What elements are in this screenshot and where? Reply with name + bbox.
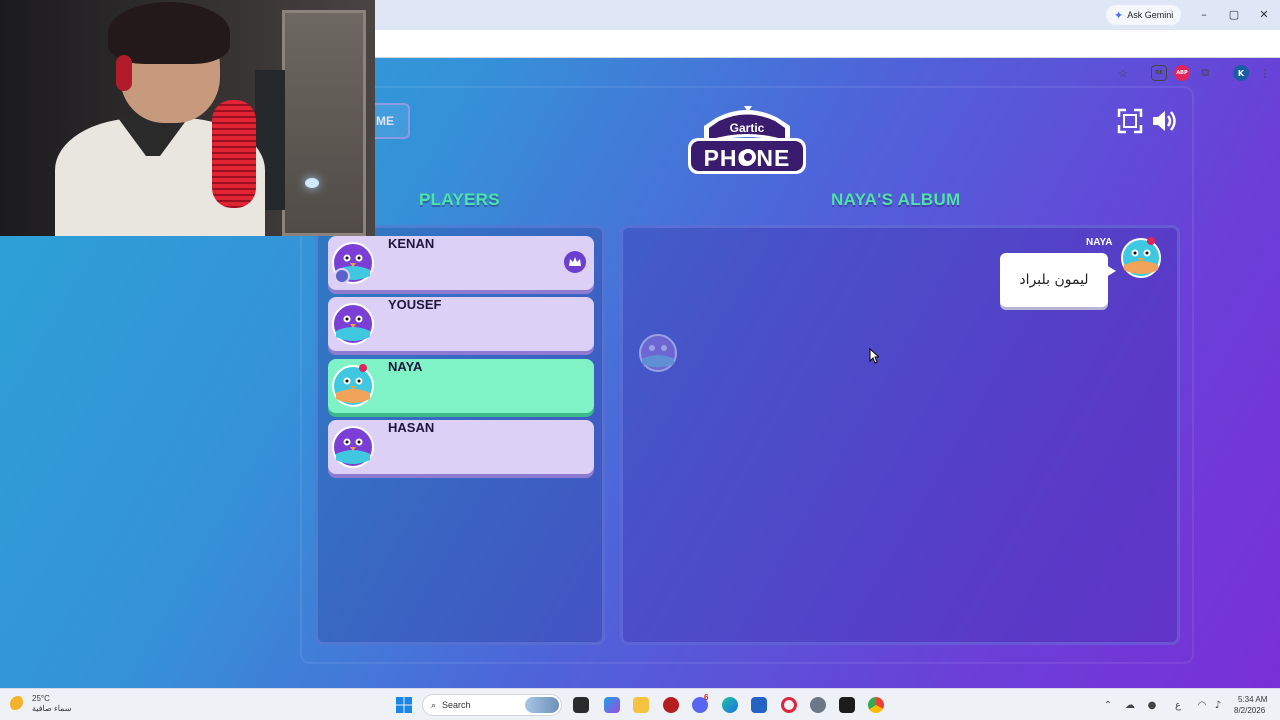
show-hidden-icons-chevron-icon[interactable]: ⌃ (1102, 699, 1114, 711)
extension-icon[interactable]: DE (1151, 65, 1167, 81)
gartic-phone-logo: Gartic PHONE (688, 106, 806, 174)
opera-icon[interactable] (781, 697, 797, 713)
app-dark-icon[interactable] (839, 697, 855, 713)
network-cloud-icon[interactable]: ☁ (1124, 699, 1136, 711)
close-window-button[interactable]: ✕ (1250, 4, 1278, 24)
search-icon: ⌕ (431, 699, 437, 710)
gemini-spark-icon: ✦ (1114, 9, 1124, 22)
minimize-button[interactable]: – (1190, 4, 1218, 24)
extensions-puzzle-icon[interactable]: ⧉ (1197, 65, 1213, 81)
settings-gear-icon[interactable] (810, 697, 826, 713)
microphone-icon[interactable]: ● (1146, 699, 1158, 711)
bird-avatar-purple (332, 303, 374, 345)
weather-desc: سماء صافية (32, 704, 72, 713)
browser-menu-icon[interactable]: ⋮ (1257, 65, 1273, 81)
player-card-naya[interactable]: NAYA (328, 359, 594, 413)
album-author-name: NAYA (1086, 237, 1113, 248)
clock-date[interactable]: 8/2/2026 (1234, 706, 1265, 715)
windows-start-icon[interactable] (396, 697, 412, 713)
ask-gemini-button[interactable]: ✦ Ask Gemini (1106, 5, 1182, 25)
player-card-yousef[interactable]: YOUSEF (328, 297, 594, 351)
weather-widget[interactable]: 25°C سماء صافية (10, 694, 72, 714)
webcam-overlay (0, 0, 375, 236)
volume-icon[interactable] (1150, 107, 1178, 135)
speaker-icon[interactable]: ♪ (1212, 699, 1224, 711)
player-card-hasan[interactable]: HASAN (328, 420, 594, 474)
bird-avatar-purple (332, 426, 374, 468)
bookmark-star-icon[interactable]: ☆ (1115, 65, 1131, 81)
player-name: YOUSEF (388, 297, 442, 312)
player-name: HASAN (388, 420, 435, 435)
task-view-icon[interactable] (573, 697, 589, 713)
restore-button[interactable]: ▢ (1220, 4, 1248, 24)
svg-text:Gartic: Gartic (730, 121, 765, 135)
adblock-extension-icon[interactable]: ABP (1174, 65, 1190, 81)
microphone-image (212, 100, 256, 208)
windows-taskbar: 25°C سماء صافية ⌕ Search 6 ⌃ ☁ ● ع ◠ ♪ 5… (0, 688, 1280, 720)
crown-icon (564, 251, 586, 273)
mouse-cursor-icon (869, 348, 879, 364)
profile-avatar[interactable]: K (1233, 65, 1249, 81)
fullscreen-icon[interactable] (1116, 107, 1144, 135)
ask-gemini-label: Ask Gemini (1127, 10, 1174, 20)
wifi-icon[interactable]: ◠ (1196, 699, 1208, 711)
album-message-bubble: ليمون بلبراد (1000, 253, 1116, 307)
moon-icon (10, 696, 26, 712)
player-card-kenan[interactable]: KENAN (328, 236, 594, 290)
file-explorer-icon[interactable] (633, 697, 649, 713)
search-highlight-image (525, 697, 559, 713)
clock-time[interactable]: 5:34 AM (1238, 695, 1267, 704)
store-icon[interactable] (751, 697, 767, 713)
players-title: PLAYERS (419, 190, 500, 209)
bird-avatar-cyan (1121, 237, 1161, 278)
app-red-icon[interactable] (663, 697, 679, 713)
player-name: KENAN (388, 236, 435, 251)
taskbar-search[interactable]: ⌕ Search (422, 694, 562, 716)
input-language-indicator[interactable]: ع (1172, 699, 1184, 711)
bird-avatar-cyan (332, 364, 374, 407)
player-name: NAYA (388, 359, 423, 374)
chrome-icon[interactable] (868, 697, 884, 713)
loading-avatar-icon (639, 334, 677, 372)
copilot-icon[interactable] (604, 697, 620, 713)
discord-badge: 6 (704, 693, 709, 702)
host-user-icon (334, 268, 350, 284)
album-title: NAYA'S ALBUM (831, 190, 961, 209)
weather-temp: 25°C (32, 694, 50, 703)
edge-icon[interactable] (722, 697, 738, 713)
search-label: Search (442, 700, 471, 710)
